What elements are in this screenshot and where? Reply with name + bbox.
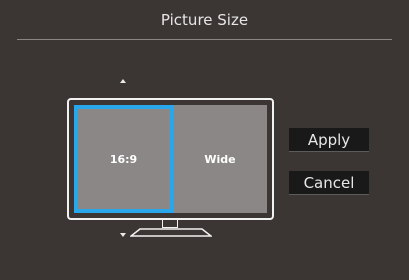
page-title: Picture Size: [160, 11, 249, 29]
monitor-screen: 16:9 Wide: [74, 105, 267, 213]
arrow-down-icon[interactable]: [120, 233, 126, 237]
option-wide[interactable]: Wide: [173, 105, 267, 213]
monitor-stand: [130, 228, 212, 237]
cancel-button[interactable]: Cancel: [289, 171, 369, 195]
option-16-9[interactable]: 16:9: [74, 105, 173, 213]
monitor-neck: [162, 220, 178, 228]
apply-button[interactable]: Apply: [289, 128, 369, 152]
arrow-up-icon[interactable]: [120, 79, 126, 83]
option-16-9-label: 16:9: [109, 152, 138, 166]
option-wide-label: Wide: [204, 152, 236, 166]
monitor-icon: 16:9 Wide: [67, 98, 274, 220]
title-divider: [17, 39, 392, 40]
